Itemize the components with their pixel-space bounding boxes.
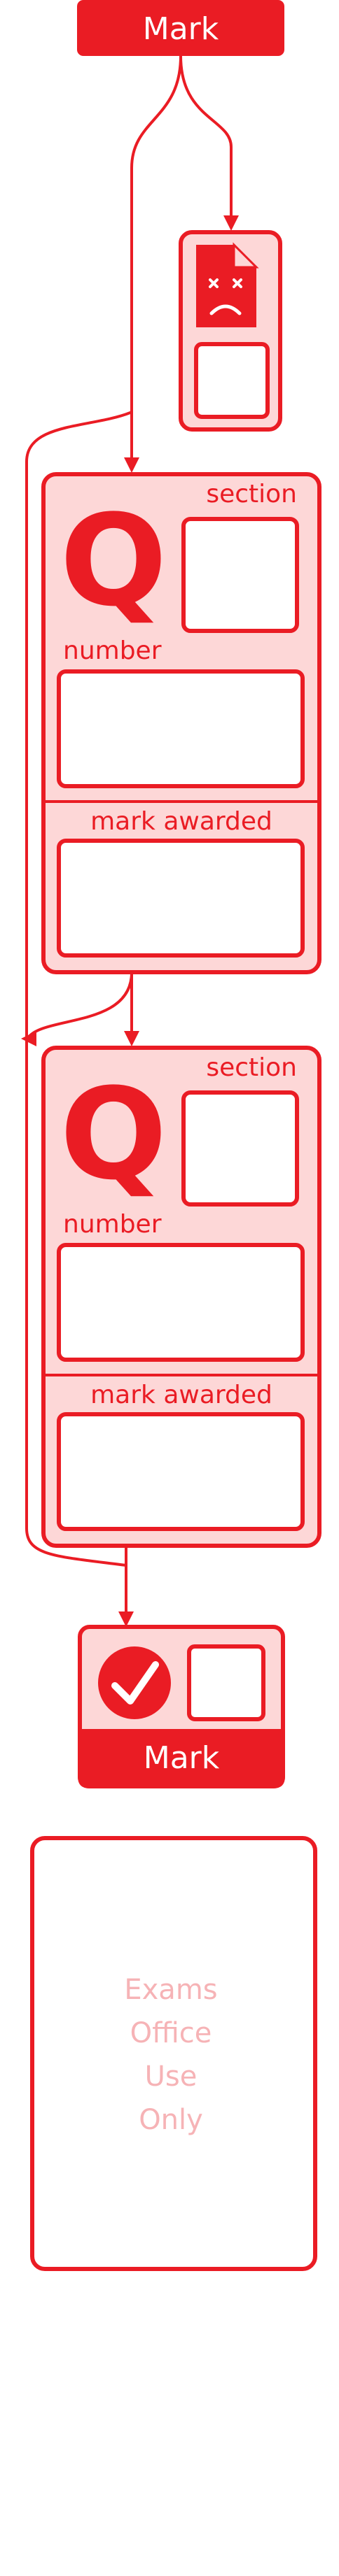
number-input-box[interactable]: [57, 1243, 305, 1362]
exams-office-line-4: Only: [139, 2104, 203, 2136]
connector-header-to-error: [179, 55, 233, 224]
question-card-2: section Q number mark awarded: [41, 1046, 321, 1548]
exams-office-line-3: Use: [145, 2061, 198, 2093]
question-card-1: section Q number mark awarded: [41, 472, 321, 974]
exams-office-frame: [30, 1836, 317, 2271]
header-mark[interactable]: Mark: [77, 0, 284, 56]
mark-awarded-label: mark awarded: [90, 1381, 272, 1409]
mark-awarded-label: mark awarded: [90, 807, 272, 836]
arrowhead-q2: [124, 1031, 139, 1046]
exams-office-line-1: Exams: [124, 1974, 217, 2006]
arrowhead-bypass-left: [21, 1031, 36, 1046]
connector-q1-bypass: [27, 971, 133, 1039]
exams-office-line-2: Office: [130, 2017, 212, 2049]
number-label: number: [63, 636, 162, 665]
mark-awarded-input-box[interactable]: [57, 1412, 305, 1531]
connector-header-to-q1: [130, 55, 182, 469]
section-label: section: [206, 480, 297, 508]
final-mark-label: Mark: [144, 1740, 220, 1776]
mark-flow-diagram: Mark section Q number mark awarded secti…: [21, 0, 321, 2271]
checkmark-circle-icon: [98, 1646, 171, 1719]
q-glyph: Q: [60, 1062, 167, 1208]
final-mark-card: Mark: [78, 1625, 285, 1788]
arrowhead-mark: [118, 1611, 134, 1627]
number-label: number: [63, 1210, 162, 1239]
q-glyph: Q: [60, 488, 167, 634]
mark-awarded-input-box[interactable]: [57, 839, 305, 958]
exams-office-box: Exams Office Use Only: [30, 1836, 317, 2271]
header-mark-label: Mark: [143, 11, 219, 47]
error-input-box[interactable]: [194, 342, 270, 419]
final-mark-input-box[interactable]: [187, 1644, 265, 1721]
arrowhead-q1: [124, 457, 139, 473]
sad-document-icon: [196, 242, 259, 327]
number-input-box[interactable]: [57, 669, 305, 788]
arrowhead-error: [223, 215, 239, 231]
section-input-box[interactable]: [181, 517, 299, 633]
error-card: [179, 230, 282, 432]
section-label: section: [206, 1053, 297, 1082]
section-input-box[interactable]: [181, 1090, 299, 1207]
